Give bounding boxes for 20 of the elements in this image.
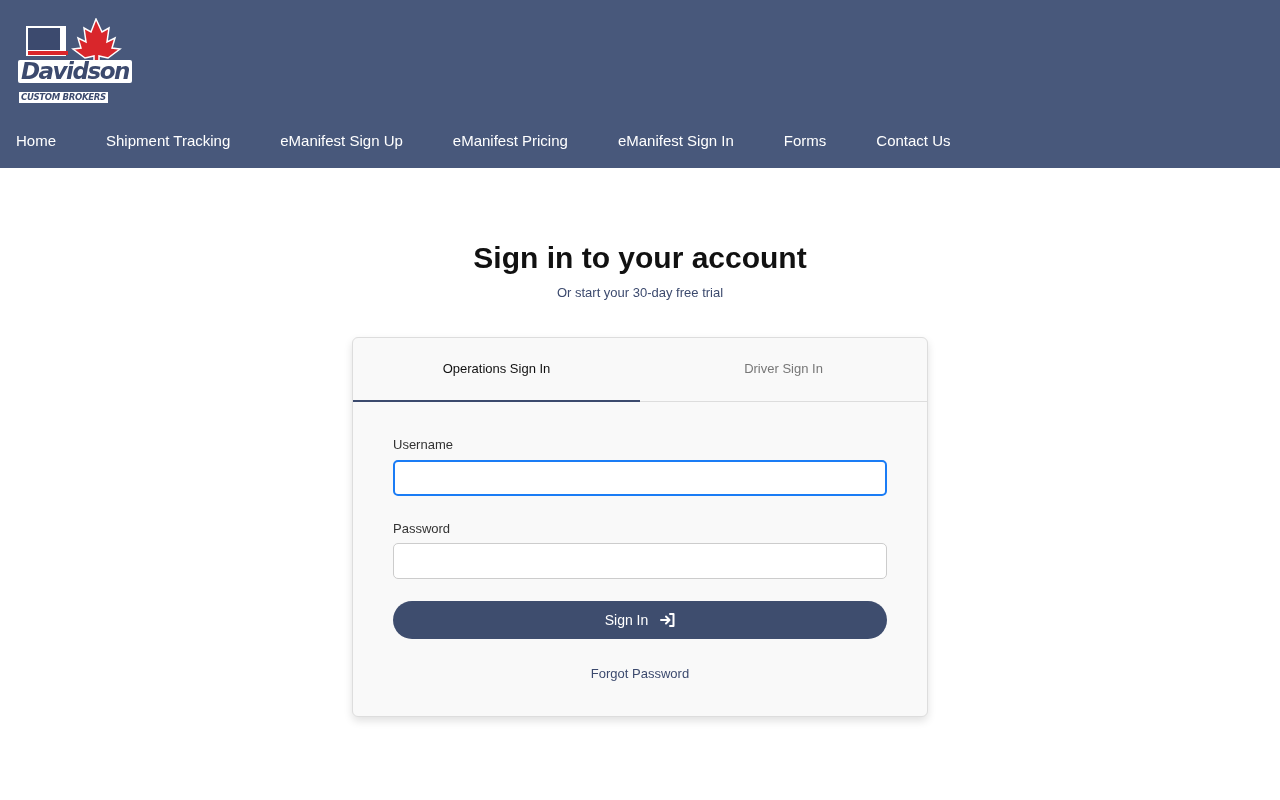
- sign-in-button[interactable]: Sign In: [393, 601, 887, 639]
- nav-link[interactable]: eManifest Sign Up: [280, 130, 403, 153]
- nav-link[interactable]: Home: [16, 130, 56, 153]
- sign-in-icon: [660, 613, 676, 627]
- sign-in-tab[interactable]: Driver Sign In: [640, 338, 927, 402]
- nav-link[interactable]: eManifest Sign In: [617, 130, 734, 153]
- logo-tagline: CUSTOM BROKERS: [19, 92, 108, 103]
- field-label: Username: [393, 436, 453, 454]
- nav-link[interactable]: Contact Us: [876, 130, 951, 153]
- forgot-password-link[interactable]: Forgot Password: [590, 666, 690, 681]
- sign-in-tab[interactable]: Operations Sign In: [353, 338, 640, 402]
- nav-link[interactable]: Forms: [783, 130, 827, 153]
- input-field[interactable]: [393, 543, 887, 579]
- page-title: Sign in to your account: [472, 240, 808, 276]
- free-trial-link[interactable]: Or start your 30-day free trial: [556, 285, 724, 300]
- nav-link[interactable]: Shipment Tracking: [106, 130, 231, 153]
- nav-link[interactable]: eManifest Pricing: [452, 130, 568, 153]
- field-label: Password: [393, 519, 451, 538]
- input-field[interactable]: [393, 459, 887, 496]
- logo-name: Davidson: [18, 60, 132, 83]
